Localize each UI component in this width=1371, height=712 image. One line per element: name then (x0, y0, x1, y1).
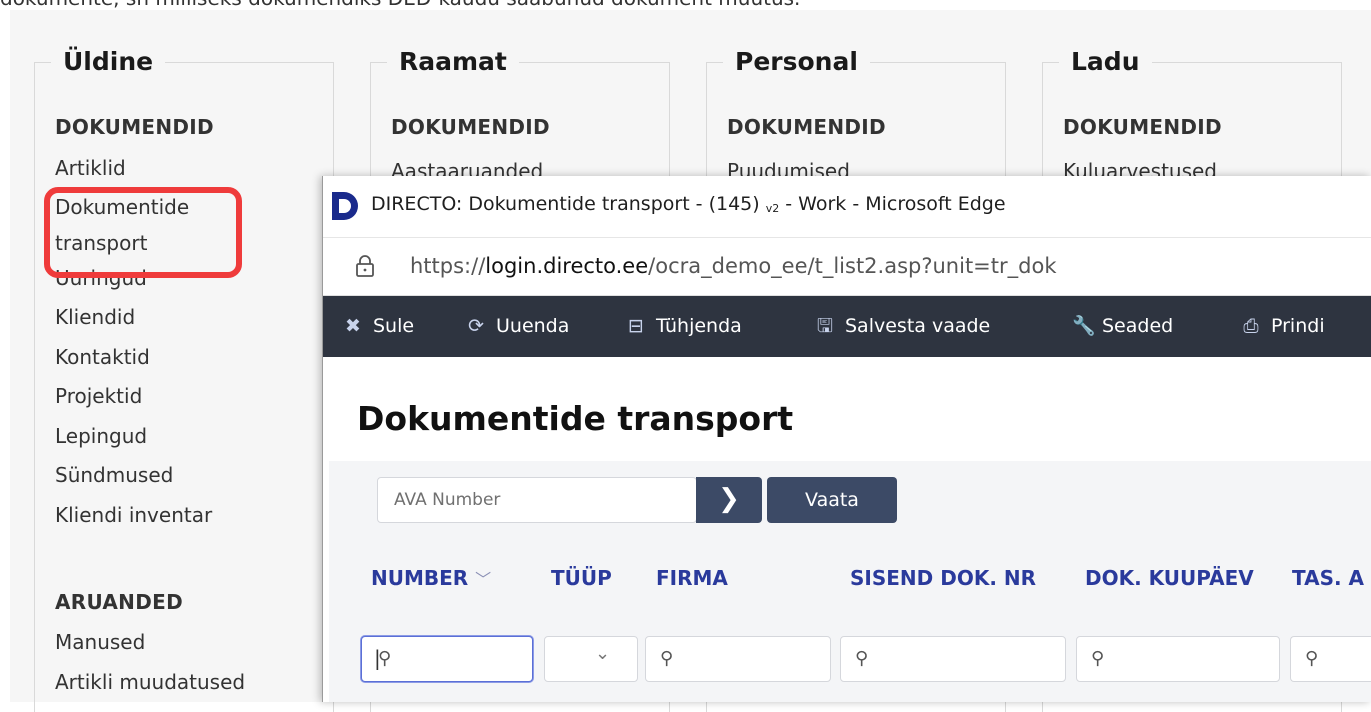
refresh-button[interactable]: ⟳ Uuenda (466, 296, 569, 357)
window-title-version: v2 (765, 202, 780, 215)
page-title: Dokumentide transport (357, 399, 794, 438)
save-view-button[interactable]: 🖫 Salvesta vaade (815, 296, 990, 357)
document-number-input[interactable] (377, 477, 697, 523)
section-head-aruanded: ARUANDED (55, 590, 183, 614)
column-header-tas-a[interactable]: TAS. A (1292, 566, 1364, 590)
url-prefix: https:// (410, 254, 486, 278)
column-title: Ladu (1059, 47, 1152, 76)
menu-link-manused[interactable]: Manused (55, 623, 245, 663)
menu-link-kliendi-inventar[interactable]: Kliendi inventar (55, 496, 225, 536)
view-button[interactable]: Vaata (767, 477, 897, 523)
column-header-dok-kuupaev[interactable]: DOK. KUUPÄEV (1085, 566, 1254, 590)
menu-link-kontaktid[interactable]: Kontaktid (55, 338, 225, 378)
column-header-number-label: NUMBER (371, 566, 469, 590)
clear-label: Tühjenda (656, 315, 742, 337)
uldine-reports-list: Manused Artikli muudatused (55, 623, 245, 702)
section-head-dokumendid: DOKUMENDID (1063, 115, 1222, 139)
filter-type-select[interactable]: ⌄ (544, 636, 638, 682)
menu-link-sundmused[interactable]: Sündmused (55, 456, 225, 496)
column-title: Raamat (387, 47, 519, 76)
action-toolbar: ✖ Sule ⟳ Uuenda ⊟ Tühjenda 🖫 Salvesta vaade … (323, 296, 1371, 357)
settings-button[interactable]: 🔧 Seaded (1072, 296, 1173, 357)
menu-link-lepingud[interactable]: Lepingud (55, 417, 225, 457)
window-title: DIRECTO: Dokumentide transport - (145) v… (371, 193, 1006, 215)
search-icon: ⚲ (1091, 648, 1105, 669)
section-head-dokumendid: DOKUMENDID (55, 115, 214, 139)
menu-link-artikli-muudatused[interactable]: Artikli muudatused (55, 663, 245, 703)
menu-link-artiklid[interactable]: Artiklid (55, 149, 225, 189)
menu-link-projektid[interactable]: Projektid (55, 377, 225, 417)
window-title-suffix: - Work - Microsoft Edge (779, 193, 1006, 215)
url-text[interactable]: https://login.directo.ee/ocra_demo_ee/t_… (410, 254, 1057, 278)
column-title: Personal (723, 47, 870, 76)
close-label: Sule (373, 315, 415, 337)
close-button[interactable]: ✖ Sule (343, 296, 414, 357)
url-domain: login.directo.ee (485, 254, 649, 278)
filter-tas-input[interactable]: ⚲ (1290, 636, 1371, 682)
url-path: /ocra_demo_ee/t_list2.asp?unit=tr_dok (648, 254, 1057, 278)
filter-firma-input[interactable]: ⚲ (645, 636, 831, 682)
address-bar[interactable]: https://login.directo.ee/ocra_demo_ee/t_… (323, 238, 1371, 296)
window-titlebar[interactable]: DIRECTO: Dokumentide transport - (145) v… (323, 176, 1371, 238)
column-header-tyyp[interactable]: TÜÜP (551, 566, 612, 590)
search-icon: ⚲ (660, 648, 674, 669)
section-head-dokumendid: DOKUMENDID (391, 115, 550, 139)
clear-icon: ⊟ (628, 315, 644, 337)
print-button[interactable]: ⎙ Prindi (1241, 296, 1325, 357)
directo-logo-icon (332, 192, 358, 220)
filter-number-input[interactable]: | ⚲ (361, 636, 533, 682)
highlight-annotation (44, 187, 242, 278)
column-header-number[interactable]: NUMBER ﹀ (371, 566, 491, 590)
browser-window: DIRECTO: Dokumentide transport - (145) v… (322, 176, 1371, 702)
refresh-label: Uuenda (496, 315, 570, 337)
close-icon: ✖ (345, 315, 361, 337)
section-head-dokumendid: DOKUMENDID (727, 115, 886, 139)
settings-label: Seaded (1102, 315, 1174, 337)
column-header-sisend-dok-nr[interactable]: SISEND DOK. NR (850, 566, 1036, 590)
menu-link-kliendid[interactable]: Kliendid (55, 298, 225, 338)
print-label: Prindi (1271, 315, 1325, 337)
save-view-label: Salvesta vaade (845, 315, 991, 337)
lock-icon[interactable] (355, 254, 375, 278)
column-uldine: Üldine DOKUMENDID Artiklid Dokumentide t… (34, 47, 334, 712)
wrench-icon: 🔧 (1072, 315, 1096, 337)
window-title-main: DIRECTO: Dokumentide transport - (145) (371, 193, 760, 215)
filter-sisend-dok-input[interactable]: ⚲ (840, 636, 1066, 682)
sort-chevron-icon: ﹀ (475, 570, 492, 589)
filter-dok-kuupaev-input[interactable]: ⚲ (1076, 636, 1280, 682)
print-icon: ⎙ (1243, 315, 1259, 337)
column-title: Üldine (51, 47, 166, 76)
clear-button[interactable]: ⊟ Tühjenda (626, 296, 742, 357)
open-number-button[interactable]: ❯ (696, 477, 762, 523)
search-icon: ⚲ (855, 648, 869, 669)
refresh-icon: ⟳ (468, 315, 484, 337)
chevron-down-icon: ⌄ (595, 643, 611, 664)
save-icon: 🖫 (816, 315, 834, 337)
search-icon: ⚲ (378, 648, 392, 669)
search-icon: ⚲ (1305, 648, 1319, 669)
column-header-firma[interactable]: FIRMA (656, 566, 728, 590)
